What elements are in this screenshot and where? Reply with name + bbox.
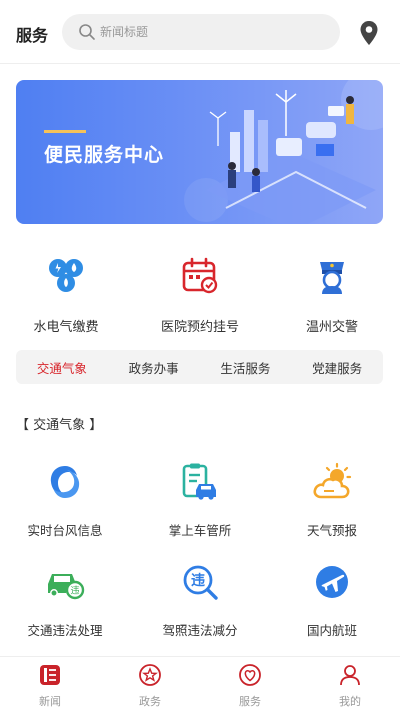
nav-label: 我的 [339, 695, 361, 708]
news-icon [40, 665, 60, 685]
tab-government-affairs[interactable]: 政务办事 [129, 358, 179, 377]
utilities-icon [49, 259, 83, 292]
grid-item-vehicle-office[interactable]: 掌上车管所 [135, 462, 265, 539]
nav-item-government[interactable]: 政务 [100, 663, 200, 709]
quick-item-hospital[interactable]: 医院预约挂号 [140, 250, 260, 335]
traffic-police-icon [320, 262, 344, 294]
airplane-icon [316, 566, 348, 598]
nav-label: 政务 [139, 695, 161, 708]
banner-accent-line [44, 130, 86, 133]
calendar-check-icon [182, 257, 218, 294]
grid-item-domestic-flights[interactable]: 国内航班 [267, 562, 397, 639]
grid-item-label: 实时台风信息 [27, 523, 103, 538]
star-badge-icon [139, 664, 161, 686]
car-clipboard-icon [182, 463, 216, 500]
banner-title: 便民服务中心 [44, 144, 165, 166]
grid-item-typhoon[interactable]: 实时台风信息 [0, 462, 130, 539]
location-pin-icon[interactable] [358, 20, 380, 46]
city-illustration [184, 80, 383, 224]
grid-item-label: 驾照违法减分 [162, 623, 238, 638]
heart-badge-icon [239, 664, 261, 686]
grid-item-label: 掌上车管所 [168, 523, 232, 538]
search-input[interactable] [100, 14, 320, 50]
nav-item-services[interactable]: 服务 [200, 663, 300, 709]
page-title: 服务 [16, 26, 49, 45]
quick-item-traffic-police[interactable]: 温州交警 [272, 250, 392, 335]
grid-item-label: 国内航班 [306, 623, 357, 638]
weather-icon [313, 462, 352, 499]
tab-life-services[interactable]: 生活服务 [220, 358, 270, 377]
user-icon [340, 665, 360, 686]
grid-item-label: 交通违法处理 [27, 623, 103, 638]
search-box[interactable] [62, 14, 340, 50]
nav-label: 新闻 [39, 695, 61, 708]
top-bar: 服务 [0, 0, 400, 64]
typhoon-icon [50, 466, 80, 498]
quick-services: 水电气缴费 医院预约挂号 温州交警 [0, 250, 400, 340]
search-icon [79, 24, 95, 40]
nav-item-news[interactable]: 新闻 [0, 663, 100, 709]
license-search-icon: 违 [183, 565, 218, 600]
quick-item-label: 温州交警 [305, 320, 358, 335]
nav-label: 服务 [239, 695, 261, 708]
quick-item-utilities[interactable]: 水电气缴费 [6, 250, 126, 335]
quick-item-label: 医院预约挂号 [160, 320, 239, 335]
svg-text:违: 违 [191, 572, 205, 589]
tab-traffic-weather[interactable]: 交通气象 [37, 358, 87, 377]
tab-party-services[interactable]: 党建服务 [312, 358, 362, 377]
category-tabs: 交通气象 政务办事 生活服务 党建服务 [16, 350, 383, 384]
service-center-banner[interactable]: 便民服务中心 [16, 80, 383, 224]
nav-item-profile[interactable]: 我的 [300, 663, 400, 709]
grid-item-label: 天气预报 [306, 523, 357, 538]
svg-text:违: 违 [70, 586, 79, 597]
grid-item-license-points[interactable]: 违 驾照违法减分 [135, 562, 265, 639]
section-title: 【 交通气象 】 [16, 418, 103, 433]
quick-item-label: 水电气缴费 [33, 320, 99, 335]
grid-item-weather[interactable]: 天气预报 [267, 462, 397, 539]
bottom-navigation: 新闻 政务 服务 我的 [0, 656, 400, 711]
car-violation-icon: 违 [48, 574, 85, 600]
grid-item-traffic-violation[interactable]: 违 交通违法处理 [0, 562, 130, 639]
